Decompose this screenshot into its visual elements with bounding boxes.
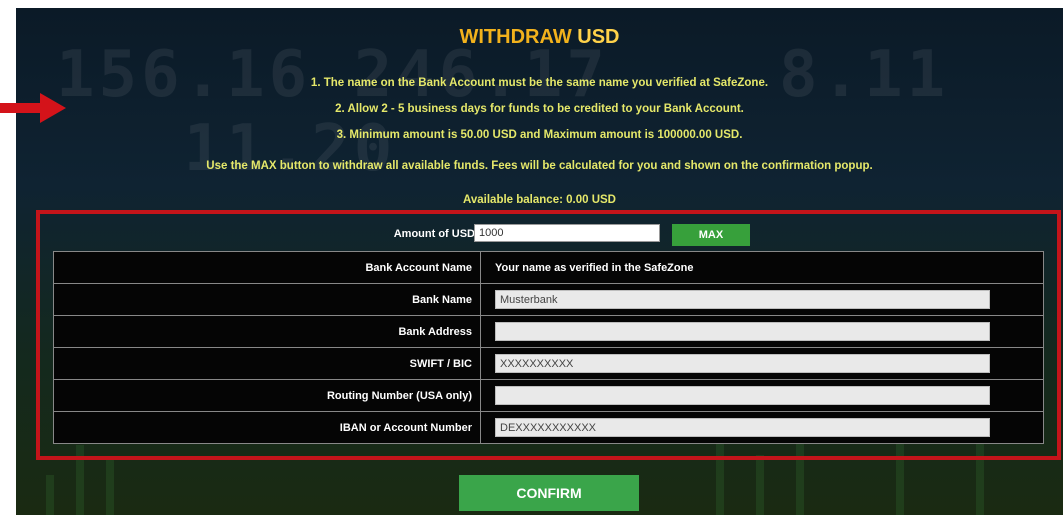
rule-2: 2. Allow 2 - 5 business days for funds t…	[335, 103, 744, 115]
iban-label: IBAN or Account Number	[53, 411, 481, 444]
withdraw-form: Amount of USD MAX Bank Account Name Your…	[36, 210, 1061, 460]
bank-account-name-value: Your name as verified in the SafeZone	[480, 251, 1044, 284]
rule-1: 1. The name on the Bank Account must be …	[310, 77, 769, 89]
table-row: IBAN or Account Number	[53, 411, 1044, 444]
bank-name-input[interactable]	[495, 290, 990, 309]
table-row: Routing Number (USA only)	[53, 379, 1044, 412]
table-row: Bank Address	[53, 315, 1044, 348]
bank-address-label: Bank Address	[53, 315, 481, 348]
amount-label: Amount of USD	[393, 228, 475, 240]
table-row: Bank Account Name Your name as verified …	[53, 251, 1044, 284]
amount-row: Amount of USD MAX	[40, 214, 1057, 252]
bank-account-name-label: Bank Account Name	[53, 251, 481, 284]
available-balance: Available balance: 0.00 USD	[463, 194, 616, 206]
swift-bic-label: SWIFT / BIC	[53, 347, 481, 380]
confirm-button[interactable]: CONFIRM	[459, 475, 639, 511]
iban-input[interactable]	[495, 418, 990, 437]
max-note: Use the MAX button to withdraw all avail…	[206, 160, 873, 172]
bank-details-table: Bank Account Name Your name as verified …	[53, 251, 1044, 444]
bank-address-input[interactable]	[495, 322, 990, 341]
page-title: WITHDRAW USD	[459, 26, 620, 48]
bank-name-label: Bank Name	[53, 283, 481, 316]
swift-bic-input[interactable]	[495, 354, 990, 373]
table-row: SWIFT / BIC	[53, 347, 1044, 380]
right-arrow-icon	[0, 93, 66, 123]
table-row: Bank Name	[53, 283, 1044, 316]
max-button[interactable]: MAX	[672, 224, 750, 246]
rule-3: 3. Minimum amount is 50.00 USD and Maxim…	[336, 129, 743, 141]
routing-number-label: Routing Number (USA only)	[53, 379, 481, 412]
amount-input[interactable]	[474, 224, 660, 242]
routing-number-input[interactable]	[495, 386, 990, 405]
